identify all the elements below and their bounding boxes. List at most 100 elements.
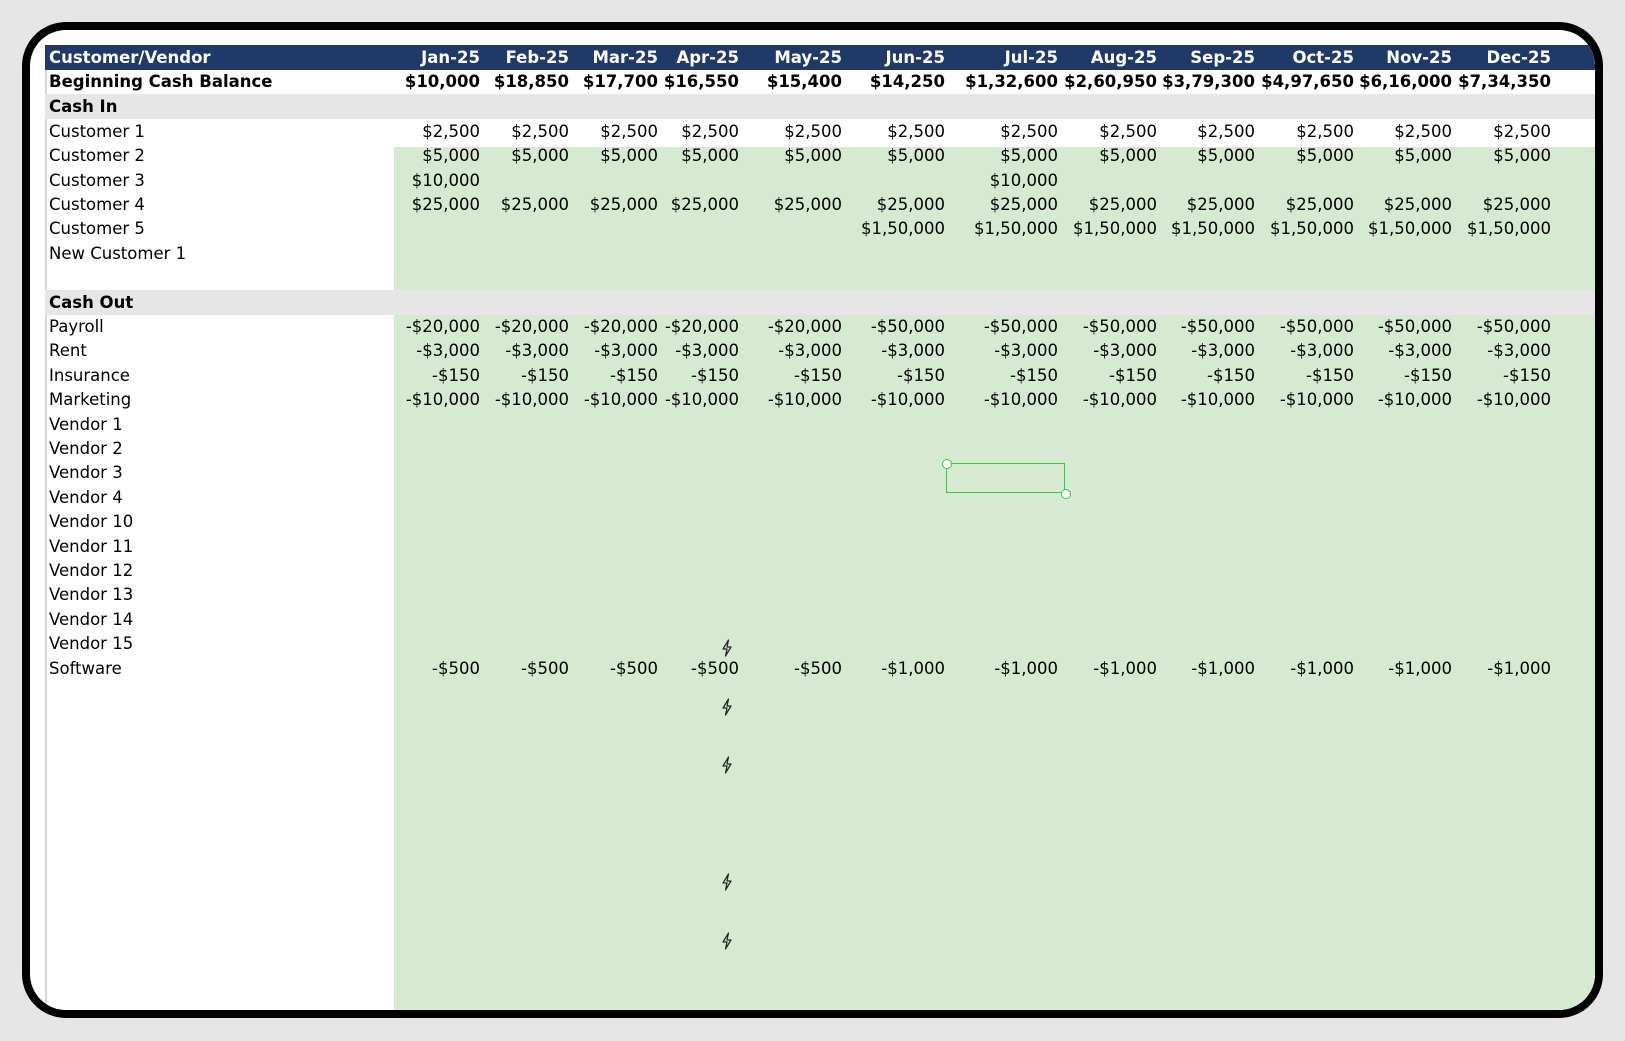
cell[interactable]: -$150: [1503, 363, 1551, 388]
cell[interactable]: $25,000: [1286, 192, 1354, 217]
cell[interactable]: Jun-25: [886, 45, 945, 70]
cell[interactable]: -$10,000: [584, 387, 658, 412]
cell[interactable]: -$10,000: [1477, 387, 1551, 412]
cell[interactable]: -$1,000: [1487, 656, 1551, 681]
row-label[interactable]: Insurance: [49, 363, 130, 388]
cell[interactable]: -$3,000: [1388, 338, 1452, 363]
cell[interactable]: $5,000: [1493, 143, 1551, 168]
cell[interactable]: Oct-25: [1292, 45, 1354, 70]
cell[interactable]: -$150: [1404, 363, 1452, 388]
cell[interactable]: -$3,000: [778, 338, 842, 363]
cell[interactable]: -$500: [794, 656, 842, 681]
row-label[interactable]: Customer 3: [49, 168, 145, 193]
cell[interactable]: $2,500: [681, 119, 739, 144]
cell[interactable]: -$10,000: [1378, 387, 1452, 412]
cell[interactable]: $4,97,650: [1261, 69, 1354, 94]
cell[interactable]: -$20,000: [406, 314, 480, 339]
row-label[interactable]: Beginning Cash Balance: [49, 69, 272, 94]
cell[interactable]: -$150: [897, 363, 945, 388]
cell[interactable]: -$1,000: [1388, 656, 1452, 681]
cell[interactable]: -$50,000: [1181, 314, 1255, 339]
cell[interactable]: Jan-25: [421, 45, 480, 70]
row-label[interactable]: Payroll: [49, 314, 104, 339]
cell[interactable]: $7,34,350: [1458, 69, 1551, 94]
cell[interactable]: $1,50,000: [1368, 216, 1452, 241]
row-label[interactable]: Vendor 1: [49, 412, 123, 437]
cell[interactable]: $2,500: [1394, 119, 1452, 144]
selection-handle-bottom-right[interactable]: [1061, 489, 1071, 499]
cell[interactable]: Sep-25: [1190, 45, 1255, 70]
cell[interactable]: $1,32,600: [965, 69, 1058, 94]
cell[interactable]: -$3,000: [594, 338, 658, 363]
lightning-bolt-icon[interactable]: [720, 873, 734, 891]
row-label[interactable]: Vendor 12: [49, 558, 133, 583]
cell[interactable]: -$3,000: [675, 338, 739, 363]
cell[interactable]: -$20,000: [495, 314, 569, 339]
cell[interactable]: -$10,000: [665, 387, 739, 412]
cell[interactable]: Jul-25: [1005, 45, 1058, 70]
cell[interactable]: -$150: [1010, 363, 1058, 388]
cell[interactable]: $2,500: [600, 119, 658, 144]
lightning-bolt-icon[interactable]: [720, 698, 734, 716]
cell[interactable]: $1,50,000: [1171, 216, 1255, 241]
cell[interactable]: $25,000: [590, 192, 658, 217]
cell[interactable]: -$3,000: [1191, 338, 1255, 363]
cell[interactable]: Mar-25: [592, 45, 658, 70]
cell[interactable]: $2,500: [422, 119, 480, 144]
cell[interactable]: -$3,000: [1290, 338, 1354, 363]
row-label[interactable]: Vendor 10: [49, 509, 133, 534]
cell[interactable]: $5,000: [681, 143, 739, 168]
lightning-bolt-icon[interactable]: [720, 756, 734, 774]
row-label[interactable]: Vendor 11: [49, 534, 133, 559]
cell[interactable]: $6,16,000: [1359, 69, 1452, 94]
row-label[interactable]: Vendor 2: [49, 436, 123, 461]
cell[interactable]: $2,60,950: [1064, 69, 1157, 94]
cell[interactable]: $14,250: [870, 69, 945, 94]
cell[interactable]: -$10,000: [984, 387, 1058, 412]
cell[interactable]: $10,000: [405, 69, 480, 94]
row-label[interactable]: Vendor 3: [49, 460, 123, 485]
cell[interactable]: -$1,000: [1093, 656, 1157, 681]
cell[interactable]: $25,000: [1089, 192, 1157, 217]
cell[interactable]: -$150: [521, 363, 569, 388]
cell[interactable]: $2,500: [887, 119, 945, 144]
row-label[interactable]: Marketing: [49, 387, 131, 412]
cell[interactable]: -$150: [691, 363, 739, 388]
cell[interactable]: $25,000: [774, 192, 842, 217]
cell[interactable]: Feb-25: [506, 45, 569, 70]
cell[interactable]: -$3,000: [881, 338, 945, 363]
cell[interactable]: $5,000: [1000, 143, 1058, 168]
cell[interactable]: $25,000: [877, 192, 945, 217]
cell[interactable]: $10,000: [990, 168, 1058, 193]
cell[interactable]: Dec-25: [1487, 45, 1551, 70]
row-label[interactable]: Customer 4: [49, 192, 145, 217]
cell[interactable]: $25,000: [1483, 192, 1551, 217]
cell[interactable]: $1,50,000: [1073, 216, 1157, 241]
cell[interactable]: -$10,000: [1280, 387, 1354, 412]
cell[interactable]: $25,000: [412, 192, 480, 217]
cell[interactable]: $2,500: [1000, 119, 1058, 144]
cell[interactable]: -$150: [610, 363, 658, 388]
cell[interactable]: $3,79,300: [1162, 69, 1255, 94]
cell[interactable]: $2,500: [1099, 119, 1157, 144]
cell[interactable]: $5,000: [1296, 143, 1354, 168]
cell[interactable]: $5,000: [887, 143, 945, 168]
cell[interactable]: -$150: [1207, 363, 1255, 388]
lightning-bolt-icon[interactable]: [720, 639, 734, 657]
cell[interactable]: -$50,000: [1477, 314, 1551, 339]
row-label[interactable]: Software: [49, 656, 122, 681]
cell[interactable]: -$10,000: [495, 387, 569, 412]
row-label[interactable]: Vendor 14: [49, 607, 133, 632]
cell[interactable]: -$3,000: [994, 338, 1058, 363]
cell[interactable]: -$50,000: [1083, 314, 1157, 339]
row-label[interactable]: Customer 2: [49, 143, 145, 168]
cell[interactable]: $1,50,000: [1270, 216, 1354, 241]
cell[interactable]: -$10,000: [1181, 387, 1255, 412]
cell[interactable]: $2,500: [1296, 119, 1354, 144]
cell[interactable]: -$3,000: [505, 338, 569, 363]
cell[interactable]: $2,500: [1493, 119, 1551, 144]
cell[interactable]: $5,000: [600, 143, 658, 168]
cell[interactable]: $16,550: [664, 69, 739, 94]
shape-selection-box[interactable]: [946, 463, 1065, 493]
row-label[interactable]: Vendor 4: [49, 485, 123, 510]
